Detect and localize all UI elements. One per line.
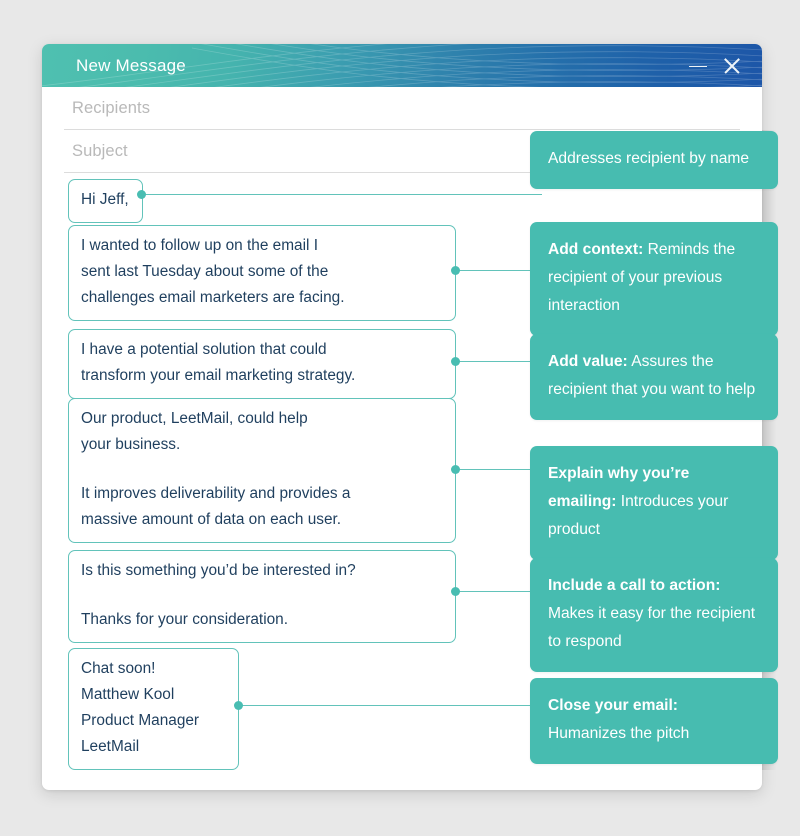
value-line-2: transform your email marketing strategy.	[81, 367, 356, 384]
recipients-field[interactable]: Recipients	[64, 87, 740, 130]
subject-placeholder: Subject	[72, 141, 128, 160]
product-line-1: Our product, LeetMail, could help	[81, 410, 308, 427]
email-block-value[interactable]: I have a potential solution that could t…	[68, 329, 456, 399]
annotation-close-email: Close your email: Humanizes the pitch	[530, 678, 778, 764]
annotation-lead: Close your email:	[548, 697, 678, 714]
product-line-2: your business.	[81, 436, 181, 453]
signature-line-1: Chat soon!	[81, 660, 156, 677]
cta-line-1: Is this something you’d be interested in…	[81, 562, 356, 579]
compose-window-header: New Message	[42, 44, 762, 87]
connector-dot-value	[451, 357, 460, 366]
context-line-1: I wanted to follow up on the email I	[81, 237, 318, 254]
signature-line-3: Product Manager	[81, 712, 200, 729]
connector-dot-signature	[234, 701, 243, 710]
annotation-text: Addresses recipient by name	[548, 150, 750, 167]
cta-line-2: Thanks for your consideration.	[81, 611, 289, 628]
window-controls	[688, 44, 742, 87]
greeting-line-1: Hi Jeff,	[81, 191, 129, 208]
value-line-1: I have a potential solution that could	[81, 341, 327, 358]
recipients-placeholder: Recipients	[72, 98, 151, 117]
annotation-lead: Include a call to action:	[548, 577, 721, 594]
connector-line-greeting	[142, 194, 542, 196]
connector-line-signature	[238, 705, 548, 707]
annotation-explain-why: Explain why you’re emailing: Introduces …	[530, 446, 778, 560]
email-block-cta[interactable]: Is this something you’d be interested in…	[68, 550, 456, 643]
close-icon[interactable]	[722, 56, 742, 76]
annotation-add-context: Add context: Reminds the recipient of yo…	[530, 222, 778, 336]
context-line-2: sent last Tuesday about some of the	[81, 263, 329, 280]
email-block-greeting[interactable]: Hi Jeff,	[68, 179, 143, 223]
annotation-lead: Add value:	[548, 353, 628, 370]
minimize-icon[interactable]	[688, 56, 708, 76]
page-root: New Message Recipients Subject Hi Jeff, …	[0, 0, 800, 836]
product-line-4: massive amount of data on each user.	[81, 511, 342, 528]
annotation-addresses-recipient: Addresses recipient by name	[530, 131, 778, 189]
signature-line-4: LeetMail	[81, 738, 140, 755]
email-block-signature[interactable]: Chat soon! Matthew Kool Product Manager …	[68, 648, 239, 770]
connector-dot-greeting	[137, 190, 146, 199]
annotation-add-value: Add value: Assures the recipient that yo…	[530, 334, 778, 420]
context-line-3: challenges email marketers are facing.	[81, 289, 345, 306]
connector-dot-product	[451, 465, 460, 474]
annotation-call-to-action: Include a call to action: Makes it easy …	[530, 558, 778, 672]
annotation-lead: Add context:	[548, 241, 644, 258]
connector-dot-context	[451, 266, 460, 275]
email-block-product[interactable]: Our product, LeetMail, could help your b…	[68, 398, 456, 543]
product-line-3: It improves deliverability and provides …	[81, 485, 351, 502]
annotation-text: Makes it easy for the recipient to respo…	[548, 605, 756, 650]
annotation-text: Humanizes the pitch	[548, 725, 690, 742]
connector-dot-cta	[451, 587, 460, 596]
email-block-context[interactable]: I wanted to follow up on the email I sen…	[68, 225, 456, 321]
signature-line-2: Matthew Kool	[81, 686, 175, 703]
window-title: New Message	[76, 56, 186, 75]
